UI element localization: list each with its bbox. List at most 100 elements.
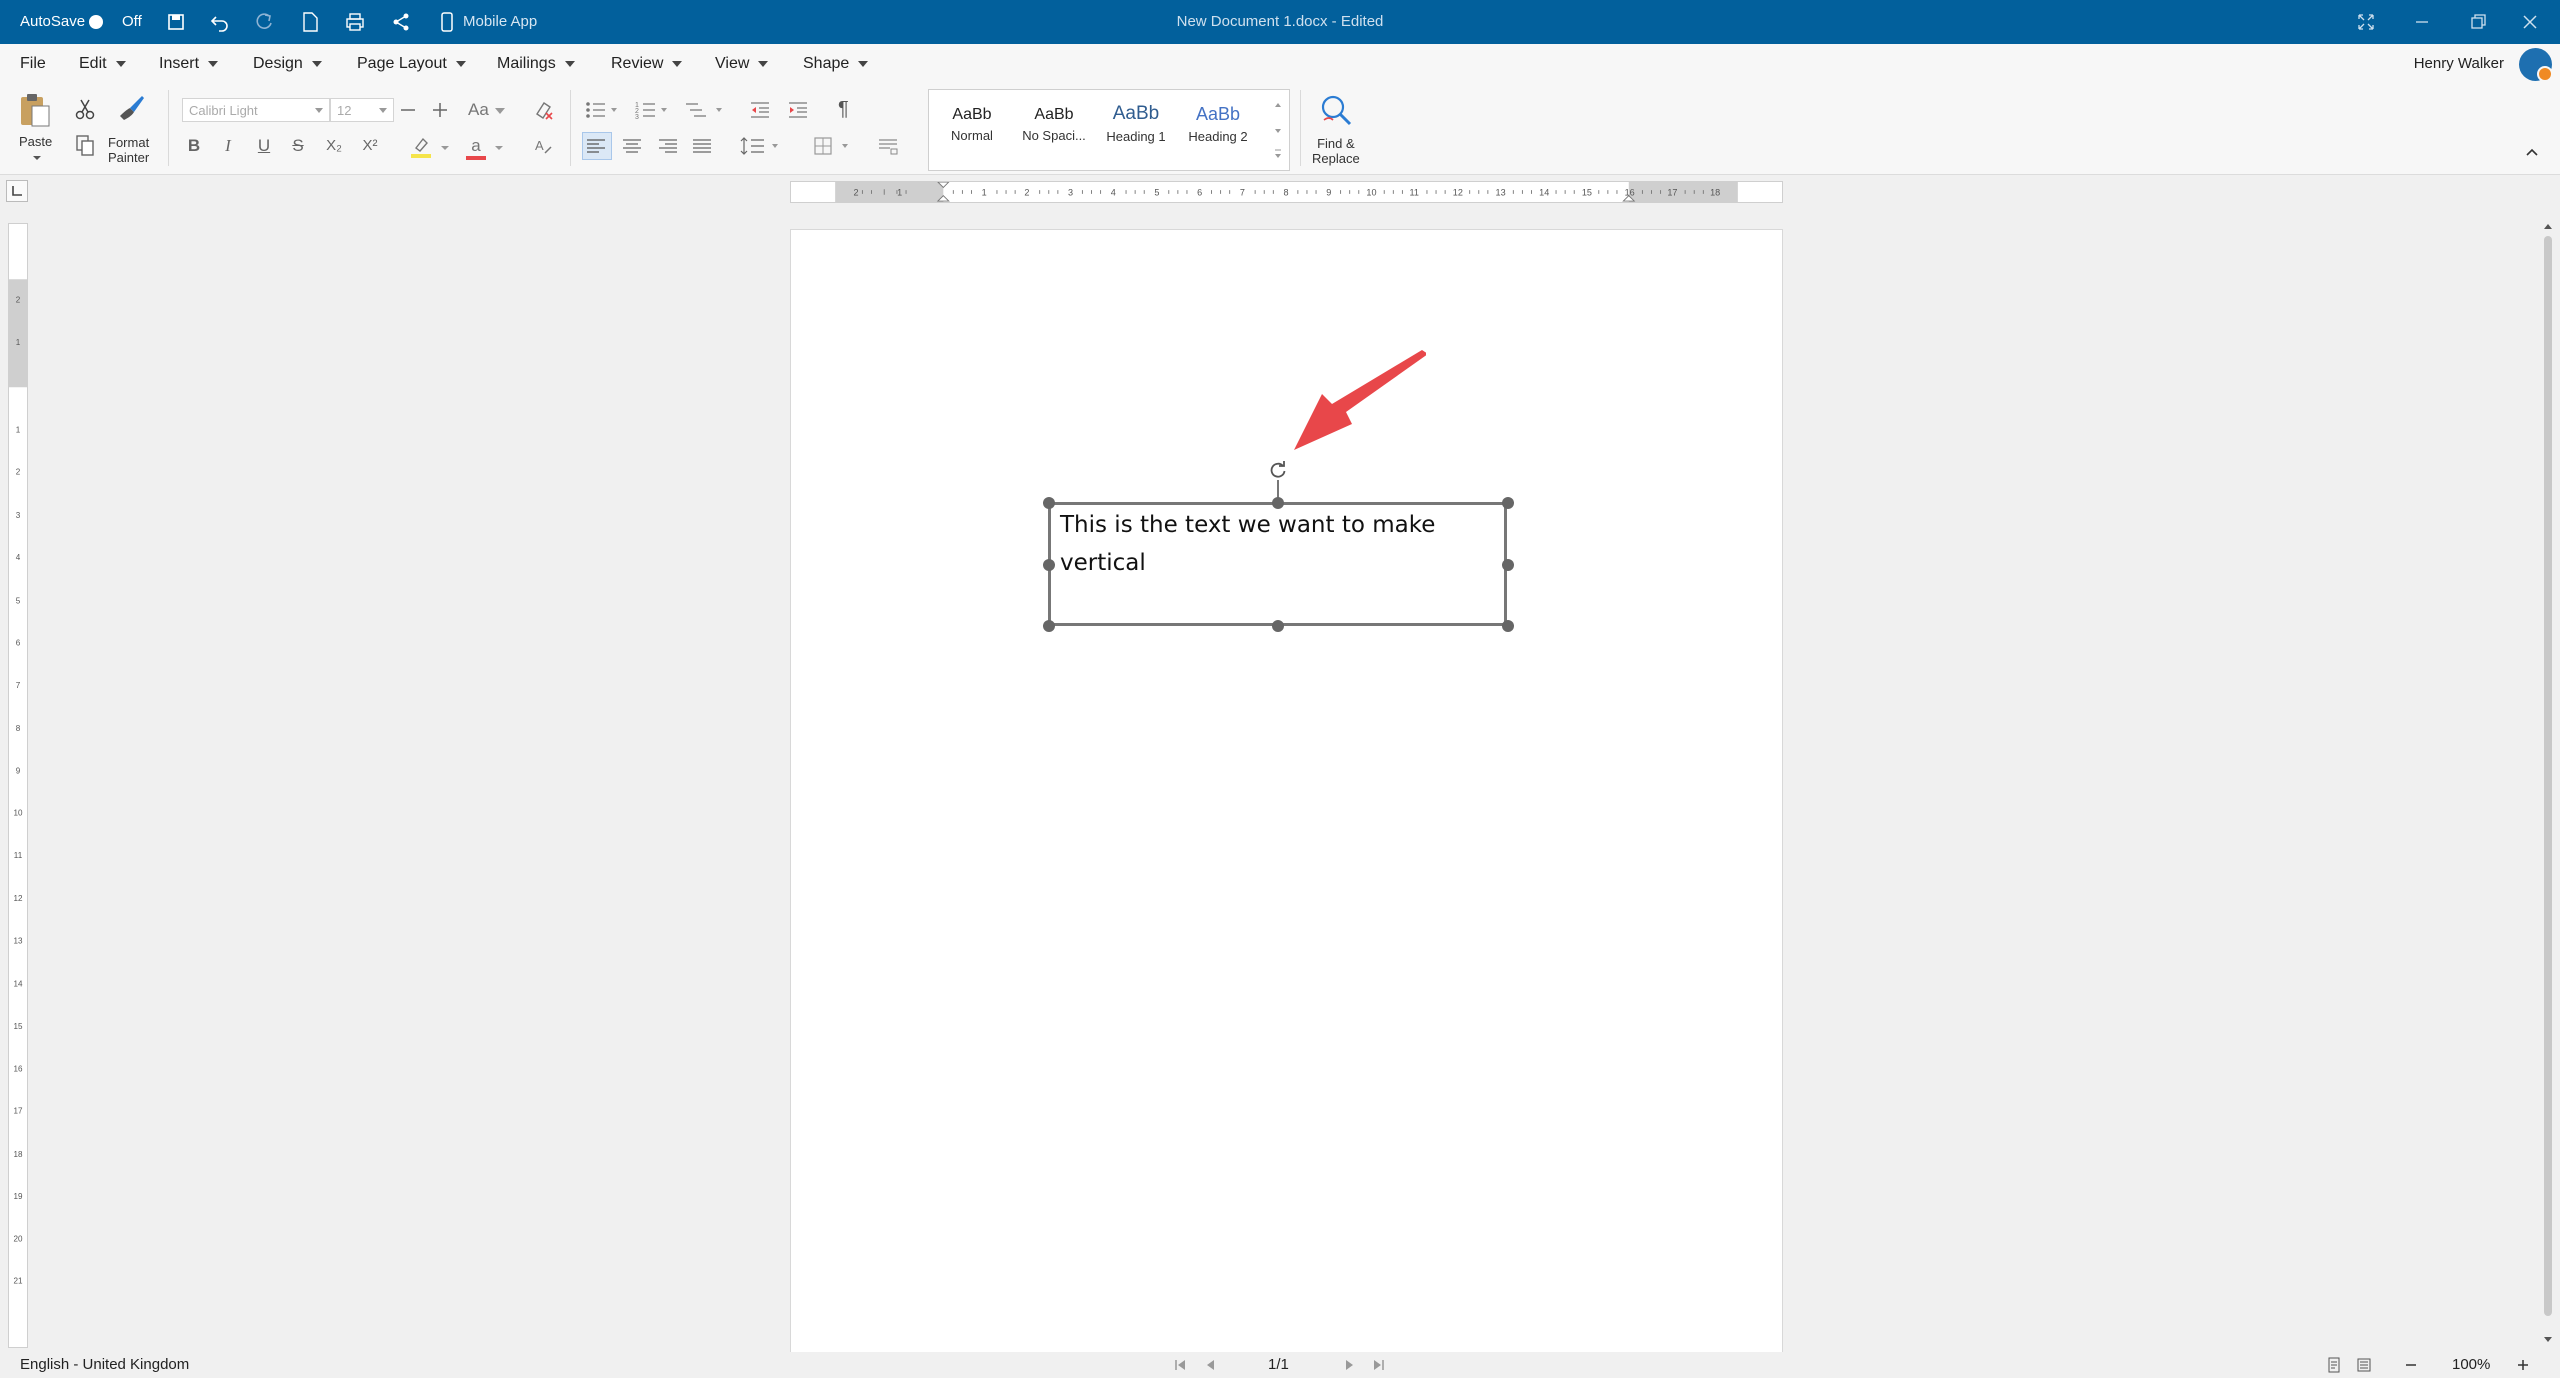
increase-indent-icon[interactable] (786, 98, 810, 122)
scrollbar-thumb[interactable] (2544, 236, 2552, 1316)
arrow-annotation (1294, 350, 1426, 450)
resize-handle-top[interactable] (1272, 497, 1284, 509)
paste-icon[interactable] (18, 92, 52, 128)
show-formatting-button[interactable]: ¶ (838, 98, 849, 121)
superscript-button[interactable]: X² (356, 132, 384, 160)
format-painter-icon[interactable] (116, 92, 146, 122)
chevron-down-icon[interactable] (494, 144, 504, 152)
horizontal-ruler[interactable]: 2 1 1 2 3 4 5 6 7 8 9 10 11 12 13 14 15 16 17 18 (790, 181, 1783, 203)
svg-text:19: 19 (14, 1192, 23, 1201)
style-heading-1[interactable]: AaBb Heading 1 (1095, 103, 1177, 144)
avatar[interactable] (2519, 48, 2553, 82)
font-size-select[interactable]: 12 (330, 98, 394, 122)
chevron-down-icon[interactable] (32, 154, 42, 162)
find-replace-label[interactable]: Find & Replace (1312, 136, 1360, 166)
style-no-spacing[interactable]: AaBb No Spaci... (1013, 106, 1095, 143)
close-icon[interactable] (2518, 10, 2542, 34)
style-sample: AaBb (1195, 104, 1241, 124)
page-indicator[interactable]: 1/1 (1268, 1352, 1289, 1378)
increase-font-size-icon[interactable] (428, 98, 452, 122)
style-sample: AaBb (952, 106, 992, 123)
cut-icon[interactable] (72, 96, 98, 122)
menu-mailings[interactable]: Mailings (497, 44, 575, 84)
bold-button[interactable]: B (180, 132, 208, 160)
menu-design[interactable]: Design (253, 44, 322, 84)
chevron-down-icon (494, 107, 505, 114)
vertical-scrollbar[interactable] (2540, 222, 2556, 1350)
status-bar: English - United Kingdom 1/1 100% (0, 1352, 2560, 1378)
line-spacing-icon[interactable] (740, 134, 784, 158)
resize-handle-top-left[interactable] (1043, 497, 1055, 509)
subscript-button[interactable]: X₂ (320, 132, 348, 160)
collapse-ribbon-icon[interactable] (2524, 146, 2540, 158)
clear-formatting-icon[interactable] (532, 98, 556, 122)
menu-review[interactable]: Review (611, 44, 683, 84)
resize-handle-bottom-right[interactable] (1502, 620, 1514, 632)
format-painter-label-line-2: Painter (108, 150, 150, 165)
paragraph-settings-icon[interactable] (876, 134, 900, 158)
align-left-button[interactable] (582, 132, 612, 160)
strikethrough-button[interactable]: S (284, 132, 312, 160)
resize-handle-right[interactable] (1502, 559, 1514, 571)
chevron-down-icon[interactable] (440, 144, 450, 152)
resize-handle-bottom-left[interactable] (1043, 620, 1055, 632)
justify-icon[interactable] (690, 134, 714, 158)
italic-button[interactable]: I (214, 132, 242, 160)
style-normal[interactable]: AaBb Normal (931, 106, 1013, 143)
align-right-icon[interactable] (656, 134, 680, 158)
numbering-icon[interactable]: 123 (634, 98, 670, 122)
highlight-icon[interactable] (408, 134, 434, 160)
menu-view[interactable]: View (715, 44, 769, 84)
user-name[interactable]: Henry Walker (2414, 44, 2504, 84)
text-effects-icon[interactable]: A (532, 134, 556, 158)
zoom-out-icon[interactable] (2404, 1358, 2418, 1372)
font-name-select[interactable]: Calibri Light (182, 98, 330, 122)
menu-shape[interactable]: Shape (803, 44, 869, 84)
underline-button[interactable]: U (250, 132, 278, 160)
align-center-icon[interactable] (620, 134, 644, 158)
fullscreen-icon[interactable] (2354, 10, 2378, 34)
menu-edit-label: Edit (79, 55, 107, 72)
menu-insert[interactable]: Insert (159, 44, 219, 84)
multilevel-list-icon[interactable] (684, 98, 726, 122)
menu-page-layout[interactable]: Page Layout (357, 44, 466, 84)
web-layout-icon[interactable] (2356, 1357, 2372, 1373)
document-page[interactable] (790, 229, 1783, 1354)
rotate-icon[interactable] (1268, 460, 1288, 480)
find-replace-icon[interactable] (1316, 92, 1356, 130)
format-painter-label[interactable]: Format Painter (108, 135, 149, 165)
borders-icon[interactable] (812, 134, 856, 158)
decrease-indent-icon[interactable] (748, 98, 772, 122)
bullets-icon[interactable] (584, 98, 620, 122)
text-box-content[interactable]: This is the text we want to make vertica… (1060, 506, 1500, 582)
vertical-ruler[interactable]: 2 1 1 2 3 4 5 6 7 8 9 10 11 12 13 14 15 16 17 18 19 20 21 (8, 223, 28, 1348)
scroll-up-icon[interactable] (2543, 222, 2553, 230)
menu-edit[interactable]: Edit (79, 44, 126, 84)
superscript-label: X² (362, 137, 378, 154)
zoom-in-icon[interactable] (2516, 1358, 2530, 1372)
style-name: No Spaci... (1022, 128, 1086, 143)
restore-icon[interactable] (2466, 10, 2490, 34)
previous-page-icon[interactable] (1204, 1358, 1218, 1372)
font-size-value: 12 (337, 103, 352, 118)
change-case-button[interactable]: Aa (468, 100, 505, 120)
style-heading-2[interactable]: AaBb Heading 2 (1177, 104, 1259, 144)
resize-handle-bottom[interactable] (1272, 620, 1284, 632)
decrease-font-size-icon[interactable] (396, 98, 420, 122)
copy-icon[interactable] (72, 132, 98, 158)
menu-file[interactable]: File (20, 44, 46, 84)
gallery-scroll-controls[interactable] (1273, 98, 1283, 162)
svg-text:16: 16 (14, 1064, 23, 1073)
svg-text:13: 13 (1496, 188, 1506, 198)
print-layout-icon[interactable] (2326, 1357, 2342, 1373)
last-page-icon[interactable] (1372, 1358, 1386, 1372)
tab-selector[interactable] (6, 180, 28, 202)
next-page-icon[interactable] (1342, 1358, 1356, 1372)
resize-handle-top-right[interactable] (1502, 497, 1514, 509)
first-page-icon[interactable] (1173, 1358, 1187, 1372)
zoom-level[interactable]: 100% (2452, 1352, 2490, 1378)
scroll-down-icon[interactable] (2543, 1336, 2553, 1344)
resize-handle-left[interactable] (1043, 559, 1055, 571)
language-indicator[interactable]: English - United Kingdom (20, 1352, 189, 1378)
minimize-icon[interactable] (2410, 10, 2434, 34)
